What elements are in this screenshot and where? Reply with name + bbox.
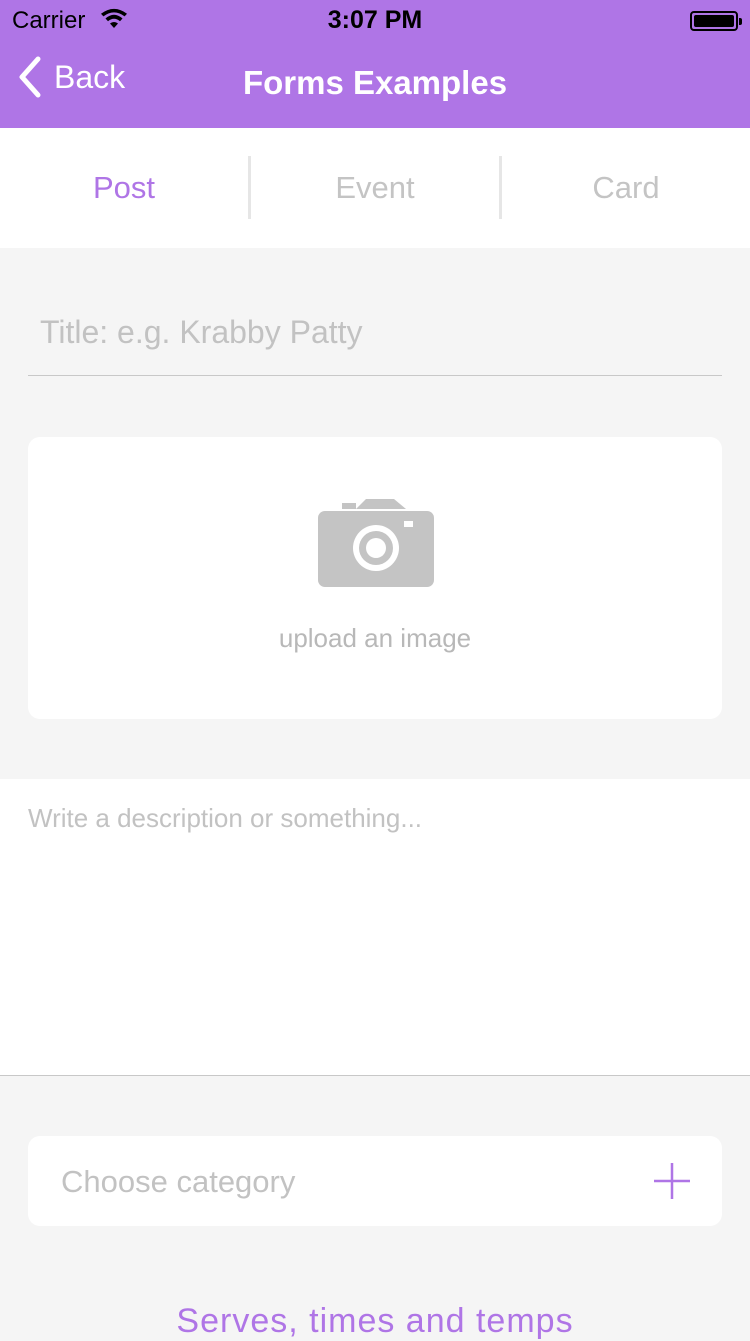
upload-image-button[interactable]: upload an image bbox=[28, 437, 722, 719]
clock: 3:07 PM bbox=[327, 6, 423, 34]
status-bar: Carrier 3:07 PM bbox=[0, 0, 750, 40]
title-input[interactable] bbox=[28, 290, 722, 376]
camera-icon bbox=[318, 499, 434, 587]
tab-event[interactable]: Event bbox=[251, 128, 499, 248]
tab-card[interactable]: Card bbox=[502, 128, 750, 248]
plus-icon bbox=[654, 1163, 690, 1199]
description-input[interactable] bbox=[0, 779, 750, 1076]
upload-label: upload an image bbox=[278, 623, 472, 653]
tab-post[interactable]: Post bbox=[0, 128, 248, 248]
battery-icon bbox=[690, 11, 742, 31]
page-title: Forms Examples bbox=[242, 64, 508, 101]
segmented-control: Post Event Card bbox=[0, 128, 750, 248]
choose-category-button[interactable]: Choose category bbox=[28, 1136, 722, 1226]
nav-bar: Back Forms Examples bbox=[0, 40, 750, 128]
section-title: Serves, times and temps bbox=[176, 1302, 574, 1340]
category-label: Choose category bbox=[61, 1164, 296, 1199]
